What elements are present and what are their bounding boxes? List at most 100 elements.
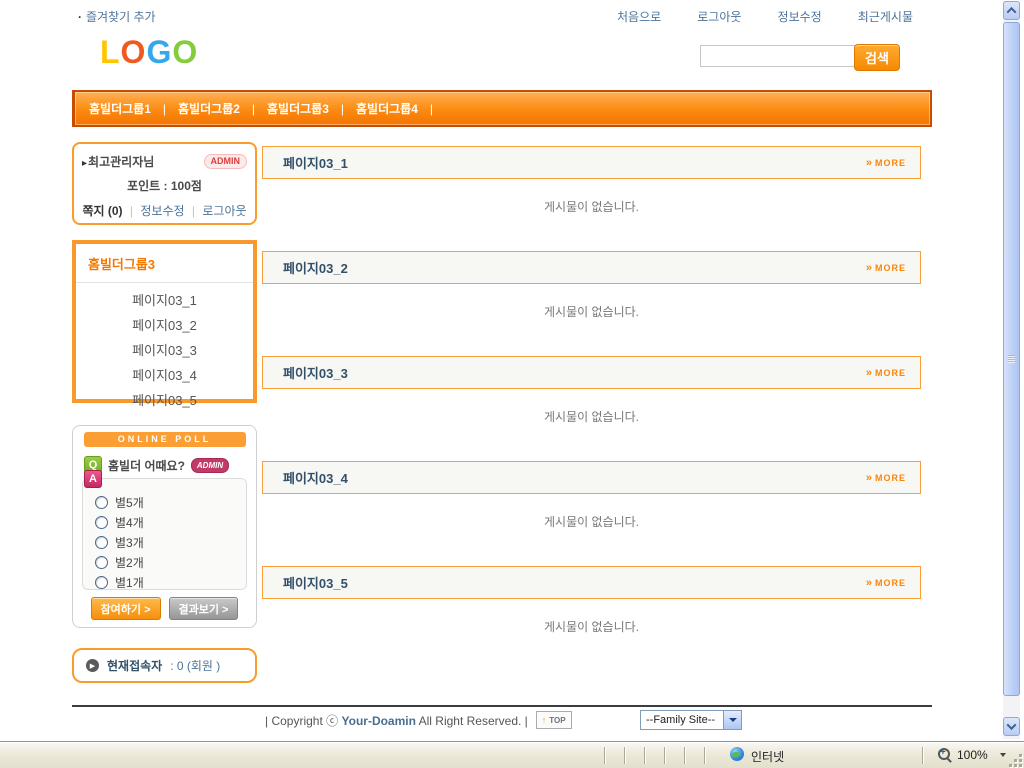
logo-letter: O	[172, 34, 198, 70]
poll-option-label: 별4개	[115, 514, 144, 531]
sidebar-item-page03-4[interactable]: 페이지03_4	[76, 363, 253, 388]
top-nav-logout[interactable]: 로그아웃	[697, 8, 741, 25]
sidebar-item-page03-1[interactable]: 페이지03_1	[76, 288, 253, 313]
poll-option-label: 별5개	[115, 494, 144, 511]
sidebar-menu-box: 홈빌더그룹3 페이지03_1 페이지03_2 페이지03_3 페이지03_4 페…	[72, 240, 257, 403]
poll-option: 별4개	[83, 512, 246, 532]
play-arrow-icon: ▶	[86, 659, 99, 672]
zoom-magnifier-icon	[938, 748, 950, 760]
more-arrow-icon: »	[866, 577, 872, 589]
current-visitors-box[interactable]: ▶ 현재접속자 : 0 (회원 )	[72, 648, 257, 683]
scroll-up-button[interactable]	[1003, 1, 1020, 20]
poll-option: 별1개	[83, 572, 246, 592]
sidebar-item-page03-3[interactable]: 페이지03_3	[76, 338, 253, 363]
separator: |	[192, 204, 195, 218]
domain-link[interactable]: Your-Doamin	[342, 714, 416, 728]
scroll-top-button[interactable]: ↑ TOP	[536, 711, 572, 729]
profile-box: ▸최고관리자님 ADMIN 포인트 : 100점 쪽지 (0) | 정보수정 |…	[72, 142, 257, 225]
nav-group-1[interactable]: 홈빌더그룹1	[89, 100, 151, 117]
resize-grip[interactable]	[1008, 753, 1022, 767]
sidebar-item-page03-5[interactable]: 페이지03_5	[76, 388, 253, 413]
nav-separator: |	[163, 102, 166, 116]
family-site-value: --Family Site--	[646, 714, 715, 726]
top-nav-recent-posts[interactable]: 최근게시물	[858, 8, 913, 25]
board-title: 페이지03_4	[283, 468, 348, 487]
logout-link[interactable]: 로그아웃	[202, 204, 246, 218]
edit-info-link[interactable]: 정보수정	[140, 204, 184, 218]
nav-group-4[interactable]: 홈빌더그룹4	[356, 100, 418, 117]
poll-question: 홈빌더 어때요?	[108, 457, 185, 474]
radio-button[interactable]	[95, 556, 108, 569]
top-nav-home[interactable]: 처음으로	[617, 8, 661, 25]
separator: |	[130, 204, 133, 218]
logo-letter: L	[100, 34, 121, 70]
chevron-up-icon	[1007, 7, 1017, 17]
board-more-link[interactable]: »MORE	[866, 367, 906, 379]
search-button[interactable]: 검색	[854, 44, 900, 71]
status-bar: 인터넷 100%	[0, 741, 1024, 768]
board-empty-message: 게시물이 없습니다.	[262, 618, 921, 635]
board-title: 페이지03_3	[283, 363, 348, 382]
more-arrow-icon: »	[866, 262, 872, 274]
poll-result-button[interactable]: 결과보기 >	[169, 597, 239, 620]
answer-icon: A	[84, 470, 102, 488]
add-favorites-label: 즐겨찾기 추가	[86, 10, 156, 24]
radio-button[interactable]	[95, 516, 108, 529]
poll-option: 별2개	[83, 552, 246, 572]
status-separator	[922, 747, 924, 764]
board-empty-message: 게시물이 없습니다.	[262, 198, 921, 215]
nav-separator: |	[252, 102, 255, 116]
board-more-link[interactable]: »MORE	[866, 577, 906, 589]
scrollbar-thumb[interactable]	[1003, 22, 1020, 696]
radio-button[interactable]	[95, 496, 108, 509]
board-header: 페이지03_3 »MORE	[262, 356, 921, 389]
zoom-dropdown-caret-icon[interactable]	[1000, 753, 1006, 757]
poll-option-label: 별1개	[115, 574, 144, 591]
site-logo[interactable]: LOGO	[100, 34, 198, 71]
board-empty-message: 게시물이 없습니다.	[262, 513, 921, 530]
cursor-arrow-icon: ▸	[82, 158, 87, 169]
status-separator	[644, 747, 646, 764]
more-arrow-icon: »	[866, 157, 872, 169]
top-nav-edit-info[interactable]: 정보수정	[778, 8, 822, 25]
search-input[interactable]	[700, 45, 856, 67]
top-nav: 처음으로 로그아웃 정보수정 최근게시물	[617, 8, 913, 25]
more-arrow-icon: »	[866, 367, 872, 379]
admin-badge: ADMIN	[204, 154, 248, 169]
poll-option-label: 별2개	[115, 554, 144, 571]
poll-vote-button[interactable]: 참여하기 >	[91, 597, 161, 620]
poll-options-box: 별5개 별4개 별3개 별2개 별1개	[82, 478, 247, 590]
status-separator	[604, 747, 606, 764]
logo-letter: O	[121, 34, 147, 70]
memo-link[interactable]: 쪽지 (0)	[82, 204, 122, 218]
board-more-link[interactable]: »MORE	[866, 157, 906, 169]
board-title: 페이지03_2	[283, 258, 348, 277]
radio-button[interactable]	[95, 536, 108, 549]
vertical-scrollbar[interactable]	[1003, 1, 1020, 739]
nav-group-3[interactable]: 홈빌더그룹3	[267, 100, 329, 117]
visitors-value: : 0 (회원 )	[170, 657, 220, 674]
select-dropdown-button[interactable]	[723, 711, 741, 729]
more-arrow-icon: »	[866, 472, 872, 484]
security-zone-label: 인터넷	[751, 748, 784, 765]
board-header: 페이지03_5 »MORE	[262, 566, 921, 599]
user-name: ▸최고관리자님	[82, 153, 154, 170]
radio-button[interactable]	[95, 576, 108, 589]
logo-letter: G	[146, 34, 172, 70]
board-more-link[interactable]: »MORE	[866, 472, 906, 484]
add-favorites-link[interactable]: ·즐겨찾기 추가	[78, 8, 156, 25]
points-label: 포인트 : 100점	[82, 177, 247, 194]
poll-header: ONLINE POLL	[84, 432, 246, 447]
board-header: 페이지03_1 »MORE	[262, 146, 921, 179]
poll-admin-badge: ADMIN	[191, 458, 229, 473]
family-site-select[interactable]: --Family Site--	[640, 710, 742, 730]
copyright-text: | Copyright ⓒ Your-Doamin All Right Rese…	[265, 712, 528, 729]
scroll-down-button[interactable]	[1003, 717, 1020, 736]
main-nav-bar: 홈빌더그룹1 | 홈빌더그룹2 | 홈빌더그룹3 | 홈빌더그룹4 |	[72, 90, 932, 127]
sidebar-item-page03-2[interactable]: 페이지03_2	[76, 313, 253, 338]
internet-globe-icon	[730, 747, 744, 761]
board-empty-message: 게시물이 없습니다.	[262, 303, 921, 320]
nav-group-2[interactable]: 홈빌더그룹2	[178, 100, 240, 117]
status-separator	[624, 747, 626, 764]
board-more-link[interactable]: »MORE	[866, 262, 906, 274]
